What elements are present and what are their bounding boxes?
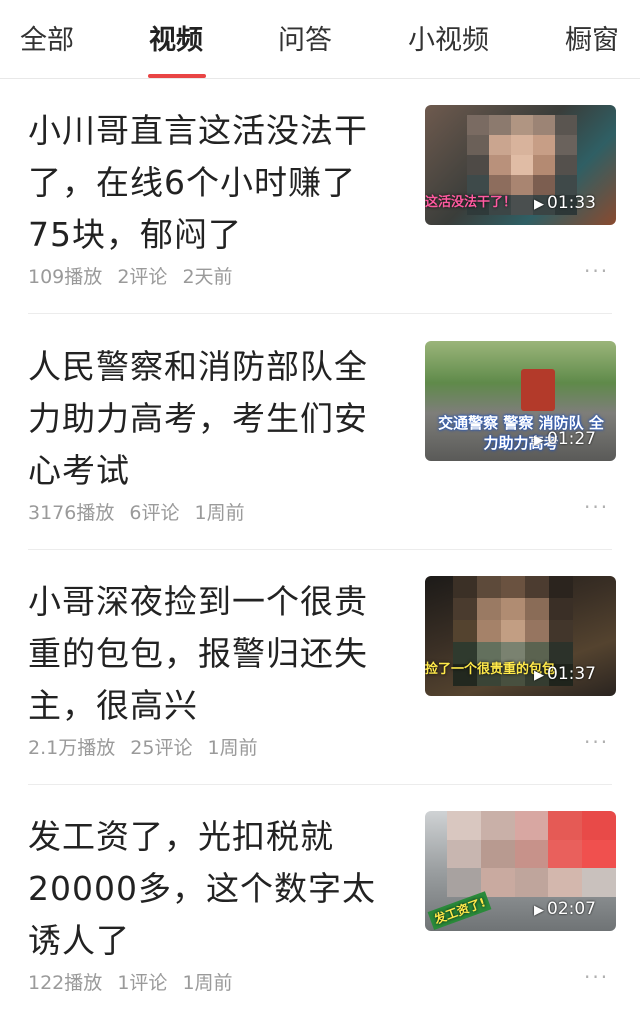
video-thumbnail[interactable]: 交通警察 警察 消防队 全力助力高考 ▶ 01:27 [425,341,616,461]
video-list-item[interactable]: 发工资了，光扣税就20000多，这个数字太诱人了 122播放 1评论 1周前 ·… [0,785,640,1020]
play-count: 122播放 [28,972,103,994]
tab-short-video[interactable]: 小视频 [408,0,489,78]
thumbnail-caption: 这活没法干了！ [425,195,517,210]
play-icon: ▶ [534,433,544,448]
publish-time: 1周前 [182,972,233,994]
top-tab-bar: 全部 视频 问答 小视频 橱窗 [0,0,640,79]
tab-showcase[interactable]: 橱窗 [565,0,619,78]
play-count: 3176播放 [28,502,115,524]
publish-time: 2天前 [182,266,233,288]
ellipsis-icon[interactable]: ··· [584,495,609,519]
comment-count: 6评论 [129,502,180,524]
video-duration: ▶ 02:07 [534,899,596,919]
tab-video[interactable]: 视频 [149,0,203,78]
ellipsis-icon[interactable]: ··· [584,259,609,283]
active-tab-indicator [148,74,206,78]
video-title[interactable]: 小哥深夜捡到一个很贵重的包包，报警归还失主，很高兴 [28,576,398,732]
video-thumbnail[interactable]: 这活没法干了！ ▶ 01:33 [425,105,616,225]
comment-count: 1评论 [117,972,168,994]
video-meta: 109播放 2评论 2天前 [28,262,242,289]
video-duration: ▶ 01:33 [534,193,596,213]
video-list-item[interactable]: 小川哥直言这活没法干了，在线6个小时赚了75块，郁闷了 109播放 2评论 2天… [0,79,640,314]
publish-time: 1周前 [207,737,258,759]
play-count: 109播放 [28,266,103,288]
video-meta: 3176播放 6评论 1周前 [28,498,254,525]
comment-count: 25评论 [130,737,193,759]
tab-qa[interactable]: 问答 [278,0,332,78]
video-thumbnail[interactable]: 捡了一个很贵重的包包 ▶ 01:37 [425,576,616,696]
play-icon: ▶ [534,197,544,212]
video-meta: 122播放 1评论 1周前 [28,968,242,995]
video-duration: ▶ 01:37 [534,664,596,684]
video-duration: ▶ 01:27 [534,429,596,449]
tab-all[interactable]: 全部 [20,0,74,78]
video-list-item[interactable]: 人民警察和消防部队全力助力高考，考生们安心考试 3176播放 6评论 1周前 ·… [0,315,640,550]
publish-time: 1周前 [194,502,245,524]
video-list-item[interactable]: 小哥深夜捡到一个很贵重的包包，报警归还失主，很高兴 2.1万播放 25评论 1周… [0,550,640,785]
video-title[interactable]: 小川哥直言这活没法干了，在线6个小时赚了75块，郁闷了 [28,105,398,261]
play-count: 2.1万播放 [28,737,116,759]
play-icon: ▶ [534,668,544,683]
video-title[interactable]: 发工资了，光扣税就20000多，这个数字太诱人了 [28,811,398,967]
video-title[interactable]: 人民警察和消防部队全力助力高考，考生们安心考试 [28,341,398,497]
play-icon: ▶ [534,903,544,918]
video-thumbnail[interactable]: 发工资了! ▶ 02:07 [425,811,616,931]
ellipsis-icon[interactable]: ··· [584,730,609,754]
video-meta: 2.1万播放 25评论 1周前 [28,733,267,760]
ellipsis-icon[interactable]: ··· [584,965,609,989]
comment-count: 2评论 [117,266,168,288]
divider [28,313,612,314]
